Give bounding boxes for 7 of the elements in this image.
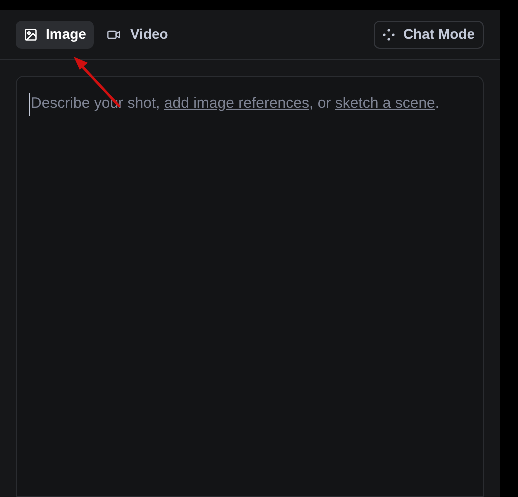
chat-mode-button[interactable]: Chat Mode [374, 20, 484, 48]
placeholder-link[interactable]: sketch a scene [335, 95, 436, 112]
tab[interactable]: Video [98, 20, 176, 48]
dots-icon [383, 28, 396, 40]
image-icon [24, 28, 38, 42]
placeholder-link[interactable]: add image references [164, 95, 310, 112]
tab[interactable]: Image [16, 20, 94, 48]
